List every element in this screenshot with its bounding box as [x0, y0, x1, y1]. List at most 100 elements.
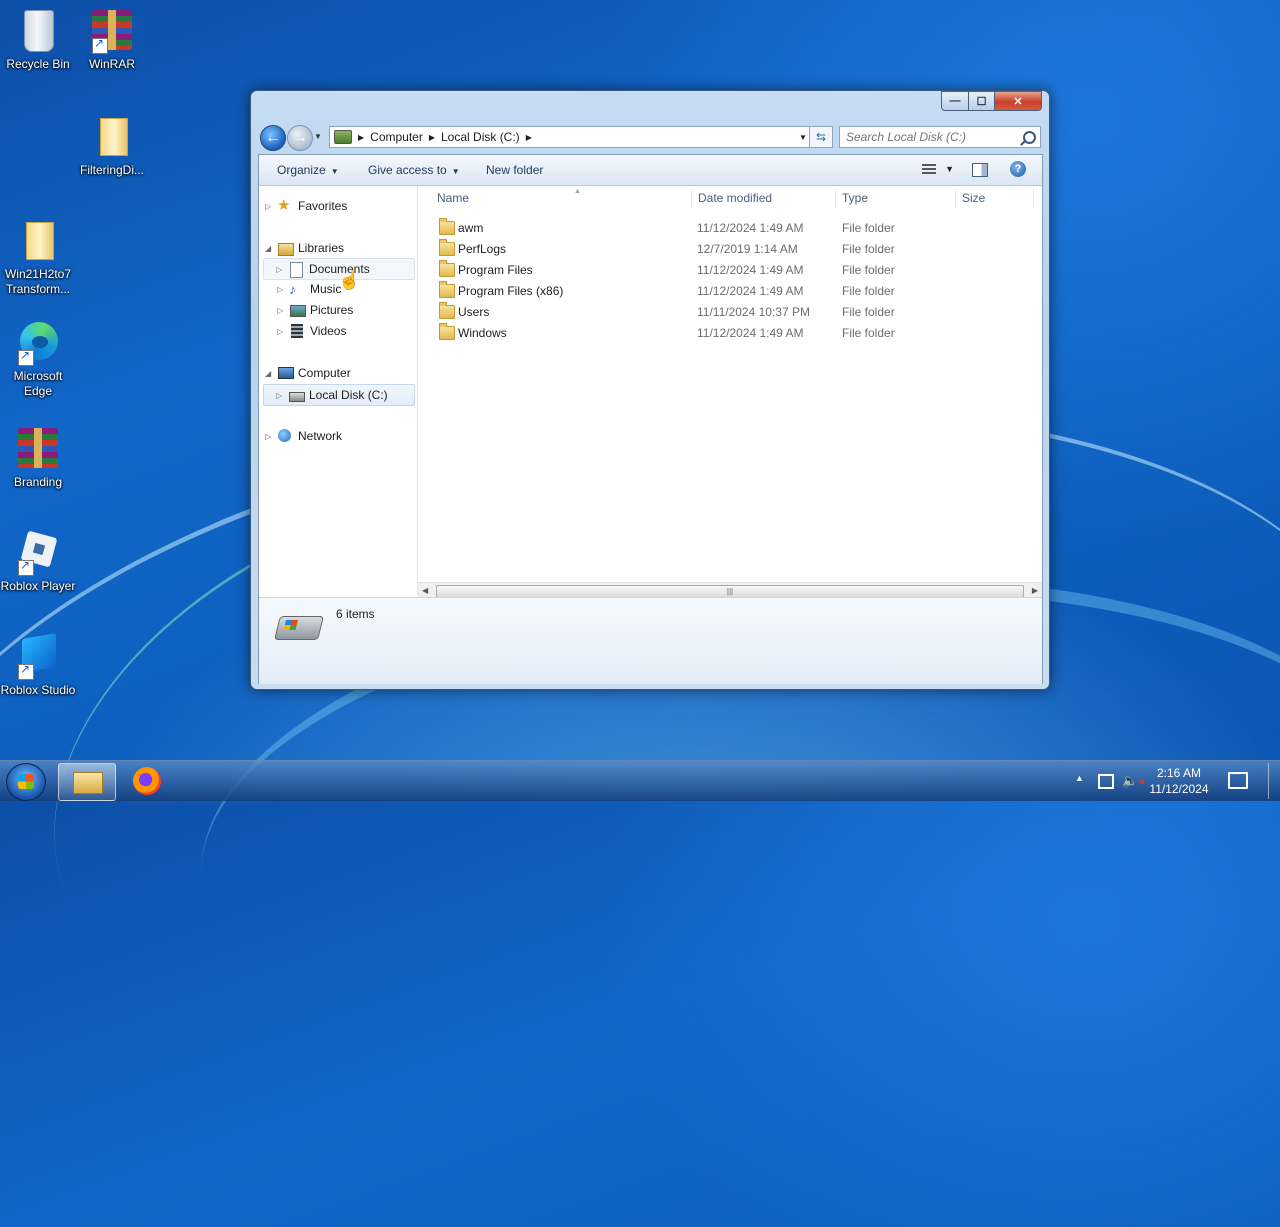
- file-date: 12/7/2019 1:14 AM: [697, 242, 798, 256]
- breadcrumb-computer[interactable]: Computer: [370, 130, 423, 144]
- folder-icon: [439, 281, 455, 298]
- chevron-right-icon[interactable]: ▶: [358, 133, 364, 142]
- breadcrumb-local-disk[interactable]: Local Disk (C:): [441, 130, 520, 144]
- file-row[interactable]: PerfLogs 12/7/2019 1:14 AM File folder: [418, 239, 1018, 260]
- file-row[interactable]: awm 11/12/2024 1:49 AM File folder: [418, 218, 1018, 239]
- chevron-right-icon[interactable]: ▶: [526, 133, 532, 142]
- minimize-button[interactable]: —: [941, 91, 969, 111]
- forward-button[interactable]: →: [287, 125, 313, 151]
- music-icon: ♪: [289, 281, 296, 297]
- folder-icon: [439, 239, 455, 256]
- file-name: Program Files (x86): [458, 284, 564, 298]
- search-input[interactable]: [840, 129, 1018, 145]
- desktop-icon-recycle-bin[interactable]: Recycle Bin: [0, 6, 76, 72]
- nav-item-libraries[interactable]: ◢ Libraries: [265, 238, 413, 258]
- file-row[interactable]: Program Files 11/12/2024 1:49 AM File fo…: [418, 260, 1018, 281]
- desktop-icon-label: Microsoft Edge: [13, 369, 63, 398]
- star-icon: ★: [277, 197, 291, 214]
- folder-icon: [88, 112, 136, 160]
- file-row[interactable]: Users 11/11/2024 10:37 PM File folder: [418, 302, 1018, 323]
- column-header-size[interactable]: Size: [962, 191, 985, 205]
- chevron-right-icon[interactable]: ▶: [429, 133, 435, 142]
- desktop-icon-label: Recycle Bin: [6, 57, 70, 71]
- nav-item-favorites[interactable]: ▷ ★ Favorites: [265, 196, 413, 216]
- nav-item-network[interactable]: ▷ Network: [265, 426, 413, 446]
- address-dropdown-icon[interactable]: ▼: [796, 133, 810, 142]
- file-date: 11/12/2024 1:49 AM: [697, 284, 804, 298]
- collapse-arrow-icon[interactable]: ◢: [265, 244, 277, 253]
- collapse-arrow-icon[interactable]: ◢: [265, 369, 277, 378]
- system-clock[interactable]: 2:16 AM 11/12/2024: [1140, 765, 1218, 797]
- file-row[interactable]: Program Files (x86) 11/12/2024 1:49 AM F…: [418, 281, 1018, 302]
- edge-icon: [14, 318, 62, 366]
- search-icon[interactable]: [1023, 130, 1036, 144]
- documents-icon: [288, 261, 304, 278]
- nav-item-pictures[interactable]: ▷ Pictures: [265, 300, 413, 320]
- help-icon[interactable]: ?: [1010, 161, 1026, 177]
- file-type: File folder: [842, 326, 895, 340]
- file-date: 11/11/2024 10:37 PM: [697, 305, 810, 319]
- expand-arrow-icon[interactable]: ▷: [277, 285, 289, 294]
- file-name: awm: [458, 221, 484, 235]
- pictures-icon: [289, 302, 306, 318]
- desktop-icon-roblox-player[interactable]: Roblox Player: [0, 528, 76, 594]
- organize-button[interactable]: Organize ▼: [277, 163, 339, 177]
- desktop-icon-label: WinRAR: [88, 57, 135, 71]
- maximize-button[interactable]: ☐: [969, 91, 995, 111]
- nav-item-videos[interactable]: ▷ Videos: [265, 321, 413, 341]
- back-button[interactable]: ←: [260, 125, 286, 151]
- drive-icon: [288, 387, 305, 403]
- taskbar-explorer-button[interactable]: [58, 763, 116, 801]
- address-bar[interactable]: ▶ Computer ▶ Local Disk (C:) ▶ ▼: [329, 126, 811, 148]
- expand-arrow-icon[interactable]: ▷: [276, 391, 288, 400]
- new-folder-button[interactable]: New folder: [486, 163, 543, 177]
- scroll-left-icon[interactable]: ◀: [422, 586, 428, 595]
- show-desktop-button[interactable]: [1268, 763, 1279, 799]
- drive-icon: [334, 130, 352, 144]
- desktop-icon-label: Branding: [13, 475, 63, 489]
- desktop-icon-win21h2to7[interactable]: Win21H2to7 Transform...: [0, 216, 76, 297]
- column-header-date[interactable]: Date modified: [698, 191, 772, 205]
- file-type: File folder: [842, 242, 895, 256]
- start-button[interactable]: [6, 763, 46, 801]
- preview-pane-icon[interactable]: [972, 163, 988, 177]
- desktop-icon-filtering[interactable]: FilteringDi...: [74, 112, 150, 178]
- expand-arrow-icon[interactable]: ▷: [265, 432, 277, 441]
- refresh-button[interactable]: ⇆: [809, 126, 833, 148]
- column-divider[interactable]: [691, 188, 692, 208]
- expand-arrow-icon[interactable]: ▷: [276, 265, 288, 274]
- scroll-right-icon[interactable]: ▶: [1032, 586, 1038, 595]
- column-header-type[interactable]: Type: [842, 191, 868, 205]
- desktop-icon-branding[interactable]: Branding: [0, 424, 76, 490]
- give-access-button[interactable]: Give access to ▼: [368, 163, 460, 177]
- close-button[interactable]: ✕: [995, 91, 1042, 111]
- column-divider[interactable]: [1033, 188, 1034, 208]
- action-center-icon[interactable]: [1228, 772, 1248, 789]
- column-divider[interactable]: [955, 188, 956, 208]
- show-hidden-icons-icon[interactable]: ▲: [1075, 773, 1084, 783]
- details-pane: 6 items: [259, 597, 1042, 684]
- view-dropdown-icon[interactable]: ▼: [945, 164, 954, 174]
- folder-icon: [14, 216, 62, 264]
- desktop-icon-roblox-studio[interactable]: Roblox Studio: [0, 632, 76, 698]
- network-tray-icon[interactable]: [1098, 774, 1114, 789]
- search-box[interactable]: [839, 126, 1041, 148]
- desktop-icon-winrar[interactable]: WinRAR: [74, 6, 150, 72]
- nav-item-computer[interactable]: ◢ Computer: [265, 363, 413, 383]
- folder-icon: [439, 302, 455, 319]
- expand-arrow-icon[interactable]: ▷: [277, 306, 289, 315]
- folder-icon: [439, 260, 455, 277]
- expand-arrow-icon[interactable]: ▷: [277, 327, 289, 336]
- file-row[interactable]: Windows 11/12/2024 1:49 AM File folder: [418, 323, 1018, 344]
- windows-flag-icon: [18, 774, 34, 789]
- column-header-name[interactable]: ▲ Name: [437, 188, 581, 205]
- column-divider[interactable]: [835, 188, 836, 208]
- navigation-pane: ▷ ★ Favorites ◢ Libraries ▷ Documents ▷ …: [259, 186, 418, 595]
- taskbar-firefox-button[interactable]: [120, 763, 176, 799]
- folder-icon: [439, 323, 455, 340]
- desktop-icon-edge[interactable]: Microsoft Edge: [0, 318, 76, 399]
- nav-item-local-disk[interactable]: ▷ Local Disk (C:): [263, 384, 415, 406]
- recent-pages-dropdown[interactable]: ▼: [314, 132, 322, 141]
- view-options-icon[interactable]: [922, 164, 936, 175]
- expand-arrow-icon[interactable]: ▷: [265, 202, 277, 211]
